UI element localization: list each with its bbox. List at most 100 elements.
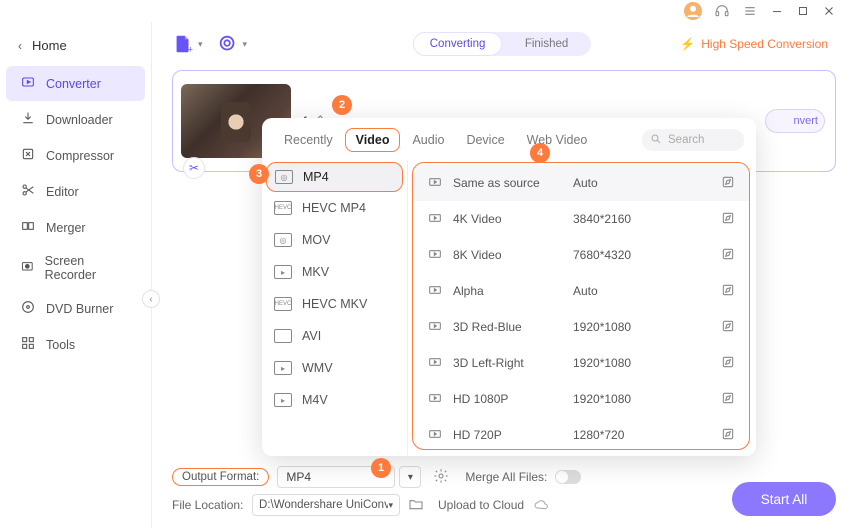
video-icon bbox=[427, 318, 443, 337]
sidebar-item-screen-recorder[interactable]: Screen Recorder bbox=[6, 246, 145, 290]
record-icon bbox=[20, 259, 35, 277]
home-nav[interactable]: ‹ Home bbox=[0, 32, 151, 65]
seg-finished[interactable]: Finished bbox=[502, 32, 591, 56]
tab-video[interactable]: Video bbox=[345, 128, 401, 152]
sidebar-item-merger[interactable]: Merger bbox=[6, 210, 145, 245]
resolution-item[interactable]: 8K Video7680*4320 bbox=[413, 237, 749, 273]
tab-recently[interactable]: Recently bbox=[274, 129, 343, 151]
tab-device[interactable]: Device bbox=[456, 129, 514, 151]
format-icon: ◎ bbox=[275, 170, 293, 184]
folder-icon[interactable] bbox=[408, 496, 424, 515]
merge-toggle[interactable] bbox=[555, 470, 581, 484]
sidebar: ‹ Home Converter Downloader Compressor E… bbox=[0, 22, 152, 528]
file-location-select[interactable]: D:\Wondershare UniConverter 1 ▾ bbox=[252, 494, 400, 516]
resolution-item[interactable]: AlphaAuto bbox=[413, 273, 749, 309]
cloud-icon[interactable] bbox=[532, 496, 550, 515]
merger-icon bbox=[20, 218, 36, 237]
sidebar-item-downloader[interactable]: Downloader bbox=[6, 102, 145, 137]
tab-web-video[interactable]: Web Video bbox=[517, 129, 598, 151]
output-format-label: Output Format: bbox=[172, 468, 269, 486]
resolution-item[interactable]: 3D Left-Right1920*1080 bbox=[413, 345, 749, 381]
merge-label: Merge All Files: bbox=[465, 470, 547, 484]
file-location-label: File Location: bbox=[172, 498, 244, 512]
scissors-icon: ✂ bbox=[189, 161, 199, 175]
resolution-item[interactable]: Same as sourceAuto bbox=[413, 165, 749, 201]
window-maximize-button[interactable] bbox=[796, 3, 810, 19]
output-format-caret[interactable]: ▾ bbox=[399, 466, 421, 488]
video-icon bbox=[427, 390, 443, 409]
high-speed-toggle[interactable]: ⚡ High Speed Conversion bbox=[672, 34, 836, 54]
format-item-m4v[interactable]: ▸M4V bbox=[262, 384, 407, 416]
video-icon bbox=[427, 174, 443, 193]
sidebar-item-label: Tools bbox=[46, 338, 75, 352]
start-all-button[interactable]: Start All bbox=[732, 482, 836, 516]
tab-audio[interactable]: Audio bbox=[402, 129, 454, 151]
sidebar-item-label: Screen Recorder bbox=[45, 254, 131, 282]
high-speed-label: High Speed Conversion bbox=[701, 37, 828, 51]
seg-converting[interactable]: Converting bbox=[413, 32, 502, 56]
edit-preset-icon[interactable] bbox=[721, 211, 735, 228]
gear-icon[interactable] bbox=[433, 468, 449, 487]
window-minimize-button[interactable] bbox=[770, 3, 784, 19]
sidebar-item-dvd-burner[interactable]: DVD Burner bbox=[6, 291, 145, 326]
download-icon bbox=[20, 110, 36, 129]
titlebar bbox=[0, 0, 850, 22]
format-icon: HEVC bbox=[274, 297, 292, 311]
format-item-mov[interactable]: ◎MOV bbox=[262, 224, 407, 256]
resolution-item[interactable]: HD 1080P1920*1080 bbox=[413, 381, 749, 417]
format-popup: Recently Video Audio Device Web Video Se… bbox=[262, 118, 756, 456]
convert-button[interactable]: nvert bbox=[765, 109, 825, 133]
add-file-caret[interactable]: ▾ bbox=[198, 39, 203, 50]
format-item-avi[interactable]: AVI bbox=[262, 320, 407, 352]
sidebar-item-label: Editor bbox=[46, 185, 79, 199]
edit-preset-icon[interactable] bbox=[721, 175, 735, 192]
chevron-left-icon: ‹ bbox=[18, 39, 22, 53]
format-item-mp4[interactable]: ◎MP4 bbox=[266, 162, 403, 192]
sidebar-item-converter[interactable]: Converter bbox=[6, 66, 145, 101]
edit-preset-icon[interactable] bbox=[721, 427, 735, 444]
resolution-item[interactable]: 4K Video3840*2160 bbox=[413, 201, 749, 237]
format-icon: ◎ bbox=[274, 233, 292, 247]
edit-preset-icon[interactable] bbox=[721, 391, 735, 408]
sidebar-item-tools[interactable]: Tools bbox=[6, 327, 145, 362]
format-item-hevc-mkv[interactable]: HEVCHEVC MKV bbox=[262, 288, 407, 320]
chevron-down-icon: ▾ bbox=[408, 472, 413, 483]
menu-icon[interactable] bbox=[742, 3, 758, 19]
popup-search[interactable]: Search bbox=[642, 129, 744, 151]
edit-preset-icon[interactable] bbox=[721, 247, 735, 264]
format-item-mkv[interactable]: ▸MKV bbox=[262, 256, 407, 288]
format-icon bbox=[274, 329, 292, 343]
popup-tabs: Recently Video Audio Device Web Video Se… bbox=[262, 118, 756, 160]
annotation-badge-1: 1 bbox=[371, 458, 391, 478]
sidebar-item-label: Converter bbox=[46, 77, 101, 91]
trim-button[interactable]: ✂ bbox=[183, 157, 205, 179]
sidebar-item-editor[interactable]: Editor bbox=[6, 174, 145, 209]
resolution-list: Same as sourceAuto 4K Video3840*2160 8K … bbox=[412, 162, 750, 450]
headset-icon[interactable] bbox=[714, 3, 730, 19]
format-item-hevc-mp4[interactable]: HEVCHEVC MP4 bbox=[262, 192, 407, 224]
format-icon: ▸ bbox=[274, 393, 292, 407]
window-close-button[interactable] bbox=[822, 3, 836, 19]
bottom-bar: Output Format: MP4 ▾ Merge All Files: St… bbox=[172, 466, 836, 522]
add-file-icon[interactable]: + bbox=[172, 33, 194, 55]
search-icon bbox=[650, 133, 662, 148]
format-icon: ▸ bbox=[274, 361, 292, 375]
toolbar: + ▾ ▾ Converting Finished ⚡ High Speed C… bbox=[172, 32, 836, 56]
edit-preset-icon[interactable] bbox=[721, 283, 735, 300]
edit-preset-icon[interactable] bbox=[721, 355, 735, 372]
add-url-icon[interactable] bbox=[217, 33, 239, 55]
edit-preset-icon[interactable] bbox=[721, 319, 735, 336]
annotation-badge-3: 3 bbox=[249, 164, 269, 184]
annotation-badge-4: 4 bbox=[530, 143, 550, 163]
user-avatar[interactable] bbox=[684, 2, 702, 20]
format-item-wmv[interactable]: ▸WMV bbox=[262, 352, 407, 384]
resolution-item[interactable]: 3D Red-Blue1920*1080 bbox=[413, 309, 749, 345]
resolution-item[interactable]: HD 720P1280*720 bbox=[413, 417, 749, 450]
status-segment: Converting Finished bbox=[413, 32, 591, 56]
sidebar-item-label: DVD Burner bbox=[46, 302, 113, 316]
add-url-caret[interactable]: ▾ bbox=[243, 39, 248, 50]
sidebar-item-compressor[interactable]: Compressor bbox=[6, 138, 145, 173]
format-icon: ▸ bbox=[274, 265, 292, 279]
video-icon bbox=[427, 282, 443, 301]
format-icon: HEVC bbox=[274, 201, 292, 215]
